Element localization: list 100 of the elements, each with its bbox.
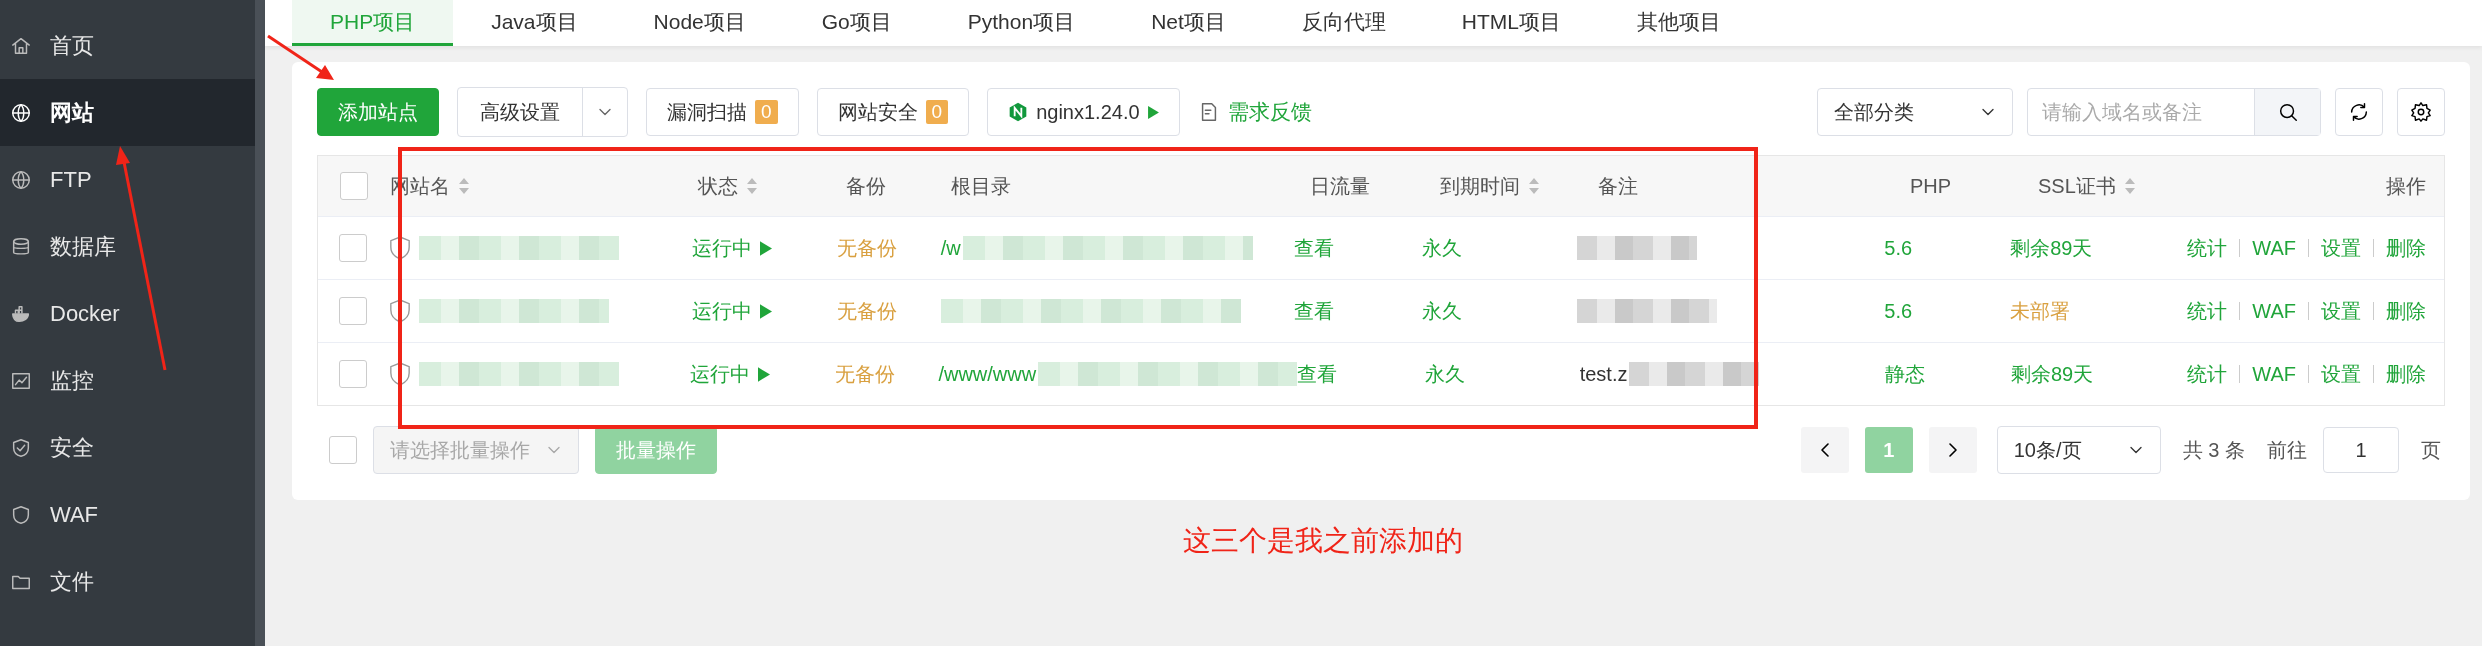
action-link[interactable]: WAF	[2252, 236, 2296, 260]
checkbox[interactable]	[329, 436, 357, 464]
sidebar-item[interactable]: 网站	[0, 79, 255, 146]
total-count: 共 3 条	[2182, 437, 2245, 463]
refresh-button[interactable]	[2335, 88, 2383, 136]
shield-icon	[10, 436, 32, 459]
search-bar[interactable]: 请输入域名或备注	[2027, 88, 2321, 136]
php-version-link[interactable]: 5.6	[1884, 299, 1913, 323]
search-field[interactable]: 请输入域名或备注	[2028, 89, 2254, 135]
column-header[interactable]: 状态	[698, 172, 738, 200]
traffic-link[interactable]: 查看	[1297, 360, 1338, 388]
backup-link[interactable]: 无备份	[835, 360, 896, 388]
gear-icon	[2410, 101, 2432, 123]
column-header[interactable]: 到期时间	[1440, 172, 1520, 200]
checkbox[interactable]	[340, 172, 368, 200]
batch-action-button[interactable]: 批量操作	[595, 426, 717, 474]
category-select[interactable]: 全部分类	[1817, 88, 2013, 136]
page-number-field[interactable]: 1	[2323, 427, 2399, 473]
sidebar-item[interactable]: 文件	[0, 548, 255, 615]
action-link[interactable]: 统计	[2187, 297, 2228, 325]
site-security-button[interactable]: 网站安全 0	[816, 88, 970, 136]
chevron-left-icon	[1820, 443, 1829, 457]
ssl-status-link[interactable]: 剩余89天	[2010, 234, 2093, 262]
sidebar-item[interactable]: Docker	[0, 280, 255, 347]
previous-page-button[interactable]	[1800, 427, 1849, 473]
project-tab[interactable]: 反向代理	[1263, 0, 1424, 46]
play-icon[interactable]	[759, 240, 772, 256]
annotation-text: 这三个是我之前添加的	[1183, 524, 1463, 558]
play-icon[interactable]	[759, 303, 772, 319]
globe-icon	[10, 168, 32, 191]
checkbox[interactable]	[339, 297, 368, 325]
backup-link[interactable]: 无备份	[837, 297, 898, 325]
status-text[interactable]: 运行中	[691, 234, 752, 262]
action-link[interactable]: 删除	[2386, 234, 2426, 262]
column-header: 根目录	[951, 173, 1011, 199]
column-header[interactable]: SSL证书	[2038, 172, 2116, 200]
root-directory-link[interactable]: /w	[940, 236, 961, 260]
checkbox[interactable]	[339, 360, 368, 388]
play-icon[interactable]	[758, 366, 771, 382]
action-link[interactable]: 删除	[2386, 297, 2426, 325]
action-link[interactable]: WAF	[2252, 362, 2296, 386]
project-tab[interactable]: Node项目	[615, 0, 784, 46]
shield-icon	[388, 299, 411, 323]
page-unit-label: 页	[2421, 437, 2441, 463]
sort-icon[interactable]	[458, 177, 470, 195]
chevron-right-icon	[1948, 443, 1957, 457]
page-size-select[interactable]: 10条/页	[1996, 426, 2161, 474]
sidebar-item[interactable]: FTP	[0, 146, 255, 213]
status-text[interactable]: 运行中	[691, 297, 752, 325]
sidebar-item[interactable]: WAF	[0, 481, 255, 548]
project-tab[interactable]: Go项目	[783, 0, 930, 46]
project-tab[interactable]: Python项目	[929, 0, 1114, 46]
action-link[interactable]: 统计	[2187, 234, 2228, 262]
action-link[interactable]: 设置	[2321, 297, 2361, 325]
column-header: 备份	[846, 173, 886, 199]
expiry-link[interactable]: 永久	[1424, 360, 1465, 388]
action-link[interactable]: 删除	[2386, 360, 2426, 388]
vulnerability-scan-button[interactable]: 漏洞扫描 0	[646, 88, 799, 136]
traffic-link[interactable]: 查看	[1293, 234, 1334, 262]
shield-icon	[10, 503, 32, 526]
play-icon	[1147, 105, 1159, 119]
sort-icon[interactable]	[1528, 177, 1540, 195]
hexagon-icon	[1008, 102, 1029, 122]
backup-link[interactable]: 无备份	[837, 234, 898, 262]
action-link[interactable]: 统计	[2187, 360, 2228, 388]
ssl-status-link[interactable]: 未部署	[2010, 297, 2071, 325]
sort-icon[interactable]	[746, 177, 758, 195]
page-button[interactable]: 1	[1864, 427, 1913, 473]
sort-icon[interactable]	[2123, 177, 2136, 195]
feedback-link[interactable]: 需求反馈	[1197, 98, 1312, 126]
action-link[interactable]: 设置	[2321, 360, 2361, 388]
batch-action-select[interactable]: 请选择批量操作	[373, 426, 579, 474]
project-tab[interactable]: PHP项目	[292, 0, 454, 46]
project-tab[interactable]: HTML项目	[1423, 0, 1599, 46]
project-tab[interactable]: Net项目	[1113, 0, 1264, 46]
add-site-button[interactable]: 添加站点	[317, 88, 439, 136]
search-button[interactable]	[2254, 89, 2320, 135]
php-version-link[interactable]: 静态	[1885, 360, 1926, 388]
status-text[interactable]: 运行中	[690, 360, 751, 388]
action-link[interactable]: WAF	[2252, 299, 2296, 323]
sidebar-item[interactable]: 数据库	[0, 213, 255, 280]
ssl-status-link[interactable]: 剩余89天	[2010, 360, 2094, 388]
settings-button[interactable]	[2397, 88, 2445, 136]
project-tab[interactable]: 其他项目	[1599, 0, 1759, 46]
sidebar-item[interactable]: 安全	[0, 414, 255, 481]
action-link[interactable]: 设置	[2321, 234, 2361, 262]
shield-icon	[388, 236, 411, 260]
advanced-settings-button[interactable]: 高级设置	[457, 87, 628, 137]
nginx-button[interactable]: nginx1.24.0	[987, 88, 1180, 136]
traffic-link[interactable]: 查看	[1293, 297, 1334, 325]
checkbox[interactable]	[339, 234, 368, 262]
expiry-link[interactable]: 永久	[1421, 234, 1462, 262]
sidebar-item[interactable]: 首页	[0, 12, 255, 79]
next-page-button[interactable]	[1928, 427, 1977, 473]
sidebar-item[interactable]: 监控	[0, 347, 255, 414]
root-directory-link[interactable]: /www/www	[938, 362, 1037, 386]
expiry-link[interactable]: 永久	[1421, 297, 1462, 325]
project-tab[interactable]: Java项目	[453, 0, 616, 46]
php-version-link[interactable]: 5.6	[1884, 236, 1913, 260]
note-text[interactable]: test.z	[1579, 362, 1628, 386]
